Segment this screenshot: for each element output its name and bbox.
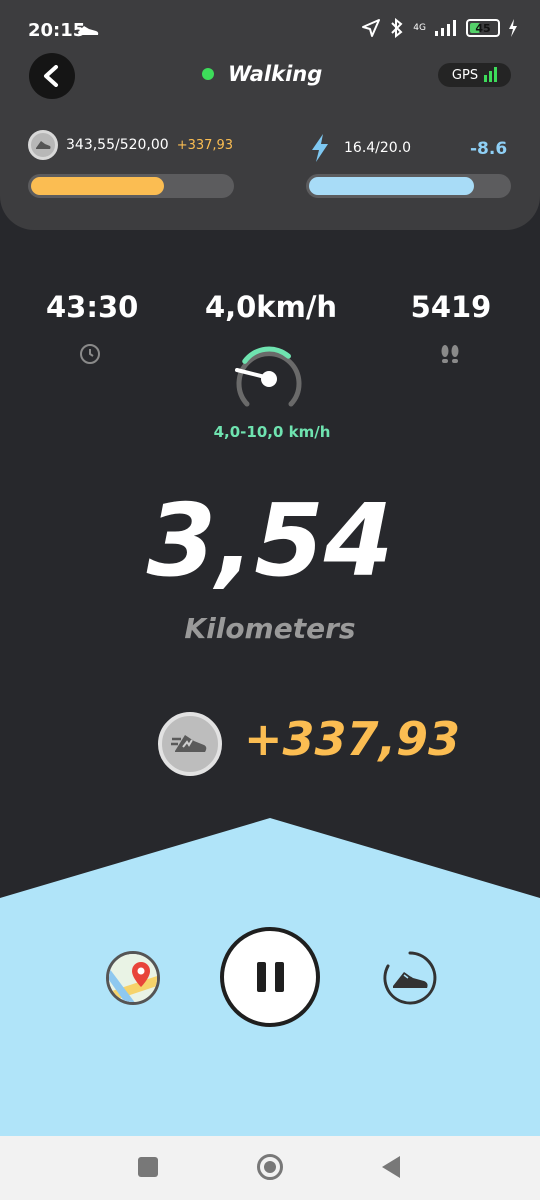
sneaker-button[interactable]	[382, 950, 438, 1006]
footsteps-icon	[441, 345, 459, 363]
coin-icon	[28, 130, 58, 160]
status-bar: 20:15 4G 45	[0, 0, 540, 60]
distance-value: 3,54	[146, 482, 394, 599]
pause-icon-bar	[274, 962, 284, 992]
system-back-button[interactable]	[382, 1156, 400, 1178]
energy-amount: 16.4/20.0	[344, 140, 412, 156]
back-button[interactable]	[29, 53, 75, 99]
mode-label: Walking	[228, 62, 323, 86]
pause-icon	[256, 962, 266, 992]
coin-progress: 343,55/520,00 +337,93	[28, 130, 233, 160]
activity-mode: Walking	[202, 62, 322, 86]
speedometer-icon	[235, 346, 302, 407]
duration-value: 43:30	[46, 290, 139, 324]
energy-progress: 16.4/20.0	[310, 134, 411, 162]
recents-button[interactable]	[138, 1157, 158, 1177]
coin-gain: +337,93	[176, 137, 234, 153]
earnings-value: +337,93	[244, 712, 461, 766]
battery-text: 45	[475, 21, 491, 35]
speed-range: 4,0-10,0 km/h	[213, 423, 331, 441]
gps-signal-icon	[484, 67, 498, 82]
speed-value: 4,0km/h	[204, 290, 338, 324]
battery-icon: 45	[466, 19, 500, 37]
back-arrow-icon	[44, 65, 58, 87]
steps-value: 5419	[410, 290, 492, 324]
location-icon	[362, 19, 381, 37]
pause-button[interactable]	[220, 927, 320, 1027]
energy-delta: -8.6	[470, 139, 508, 159]
clock-icon	[80, 344, 100, 364]
map-button[interactable]	[106, 951, 160, 1005]
sneaker-icon	[383, 951, 437, 1005]
energy-progress-fill	[309, 177, 475, 195]
status-indicators: 4G 45	[361, 18, 518, 38]
energy-progress-bar	[306, 174, 511, 198]
coin-progress-bar	[28, 174, 234, 198]
charging-icon	[509, 19, 517, 37]
coin-progress-fill	[31, 177, 164, 195]
mode-status-dot	[202, 68, 214, 80]
coin-amount: 343,55/520,00	[66, 137, 169, 153]
gps-label: GPS	[451, 67, 479, 83]
distance-unit: Kilometers	[184, 612, 356, 645]
home-button[interactable]	[257, 1154, 283, 1180]
network-type: 4G	[413, 23, 426, 33]
lightning-icon	[312, 134, 328, 162]
sneaker-status-icon	[76, 20, 100, 43]
bluetooth-icon	[391, 18, 403, 38]
earnings-coin-icon	[158, 712, 222, 776]
system-nav-bar	[0, 1136, 540, 1200]
gps-indicator: GPS	[438, 63, 511, 87]
signal-icon	[435, 20, 456, 36]
